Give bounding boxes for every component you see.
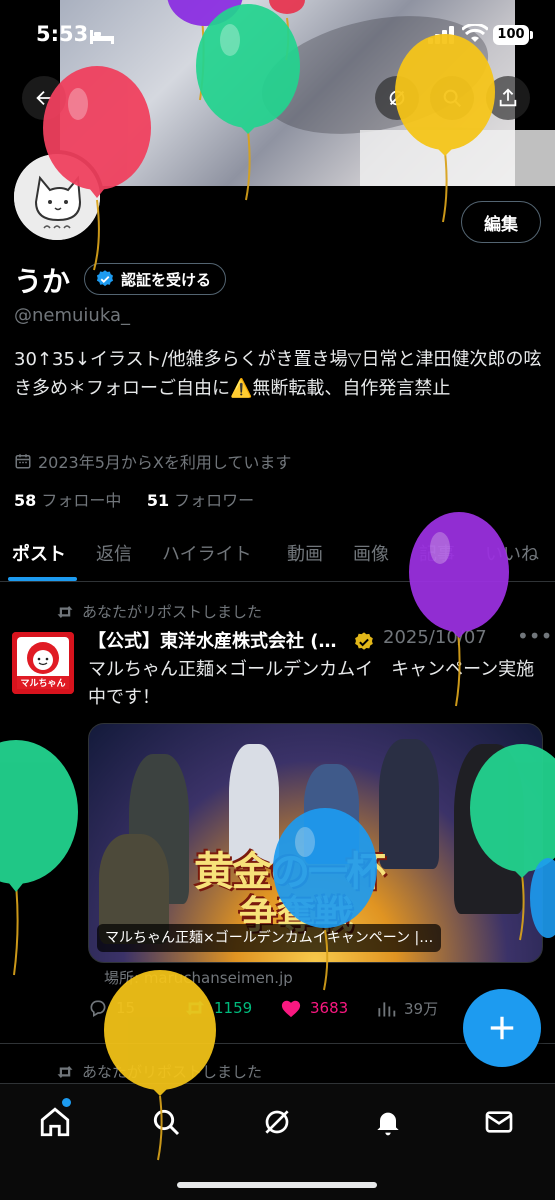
tab-videos[interactable]: 動画	[287, 540, 323, 566]
card-caption: マルちゃん正麺×ゴールデンカムイキャンペーン |…	[97, 924, 442, 952]
views-button[interactable]: 39万	[376, 998, 438, 1019]
cat-avatar-drawing	[14, 154, 100, 240]
post-date[interactable]: 2025/10/07	[383, 627, 487, 648]
search-button[interactable]	[430, 76, 474, 120]
repost-icon	[57, 605, 73, 618]
balloon-icon	[0, 740, 78, 976]
heart-icon	[281, 1000, 301, 1018]
search-icon	[153, 1109, 180, 1136]
followers-link[interactable]: 51 フォロワー	[147, 491, 254, 510]
joined-date: 2023年5月からXを利用しています	[14, 449, 291, 473]
get-verified-label: 認証を受ける	[121, 270, 212, 289]
bottom-navigation	[0, 1083, 555, 1200]
repost-icon	[185, 1000, 205, 1016]
post-link-card[interactable]: 黄金の一杯 争奪戦 マルちゃん正麺×ゴールデンカムイキャンペーン |…	[88, 723, 543, 963]
home-indicator	[177, 1182, 377, 1188]
user-handle: @nemuiuka_	[14, 305, 130, 326]
card-source[interactable]: 場所: maruchanseimen.jp	[104, 967, 293, 988]
grok-icon	[265, 1110, 289, 1134]
battery-indicator: 100	[493, 25, 529, 45]
search-icon	[443, 89, 461, 107]
compose-post-button[interactable]	[463, 989, 541, 1067]
edit-profile-button[interactable]: 編集	[461, 201, 541, 243]
tab-replies[interactable]: 返信	[96, 540, 132, 566]
following-link[interactable]: 58 フォロー中	[14, 491, 121, 510]
share-icon	[499, 88, 517, 107]
maruchan-logo: マルちゃん	[12, 632, 74, 694]
reply-icon	[90, 1000, 106, 1017]
plus-icon	[490, 1016, 514, 1040]
calendar-icon	[15, 454, 31, 469]
display-name: うか	[14, 265, 71, 298]
back-arrow-icon	[36, 90, 52, 106]
mail-icon	[485, 1111, 513, 1133]
notification-dot	[62, 1098, 71, 1107]
grok-icon	[389, 90, 405, 106]
signal-icon	[428, 26, 454, 44]
bell-icon	[377, 1112, 399, 1136]
grok-button[interactable]	[375, 76, 419, 120]
more-options-icon[interactable]: •••	[517, 624, 552, 648]
nav-grok[interactable]	[257, 1102, 297, 1142]
back-button[interactable]	[22, 76, 66, 120]
follow-stats: 58 フォロー中 51 フォロワー	[14, 487, 254, 511]
share-button[interactable]	[486, 76, 530, 120]
status-bar: 5:53 100	[0, 0, 555, 70]
repost-button[interactable]: 1159	[184, 998, 252, 1018]
tab-likes[interactable]: いいね	[485, 540, 539, 566]
post-author-name[interactable]: 【公式】東洋水産株式会社 (…	[88, 627, 337, 653]
get-verified-button[interactable]: 認証を受ける	[84, 263, 227, 295]
nav-messages[interactable]	[479, 1102, 519, 1142]
nav-home[interactable]	[35, 1102, 75, 1142]
svg-text:マルちゃん: マルちゃん	[20, 678, 65, 689]
repost-indicator-next: あなたがリポストしました	[56, 1061, 262, 1082]
nav-notifications[interactable]	[368, 1102, 408, 1142]
bed-icon	[90, 30, 114, 44]
tab-media[interactable]: 画像	[353, 540, 389, 566]
tab-posts[interactable]: ポスト	[12, 540, 66, 566]
status-time: 5:53	[36, 22, 89, 46]
home-icon	[40, 1107, 70, 1137]
profile-tabs: ポスト 返信 ハイライト 動画 画像 記事 いいね	[0, 530, 555, 582]
like-button[interactable]: 3683	[280, 998, 348, 1018]
analytics-icon	[378, 1001, 396, 1016]
profile-avatar[interactable]	[10, 150, 104, 244]
profile-bio: 30↑35↓イラスト/他雑多らくがき置き場▽日常と津田健次郎の呟き多め＊フォロー…	[14, 349, 542, 399]
tab-articles[interactable]: 記事	[419, 540, 455, 566]
joined-label: 2023年5月からXを利用しています	[38, 453, 292, 472]
reply-button[interactable]: 15	[88, 998, 135, 1018]
nav-search[interactable]	[146, 1102, 186, 1142]
repost-icon	[57, 1065, 73, 1078]
wifi-icon	[462, 24, 488, 42]
repost-indicator: あなたがリポストしました	[56, 601, 262, 622]
gold-verified-badge-icon	[355, 632, 373, 650]
tab-highlights[interactable]: ハイライト	[162, 540, 252, 566]
post-author-avatar[interactable]: マルちゃん	[12, 632, 74, 694]
verified-badge-icon	[96, 270, 113, 287]
post-text: マルちゃん正麺×ゴールデンカムイ キャンペーン実施中です！	[88, 659, 535, 708]
active-tab-indicator	[8, 577, 77, 581]
